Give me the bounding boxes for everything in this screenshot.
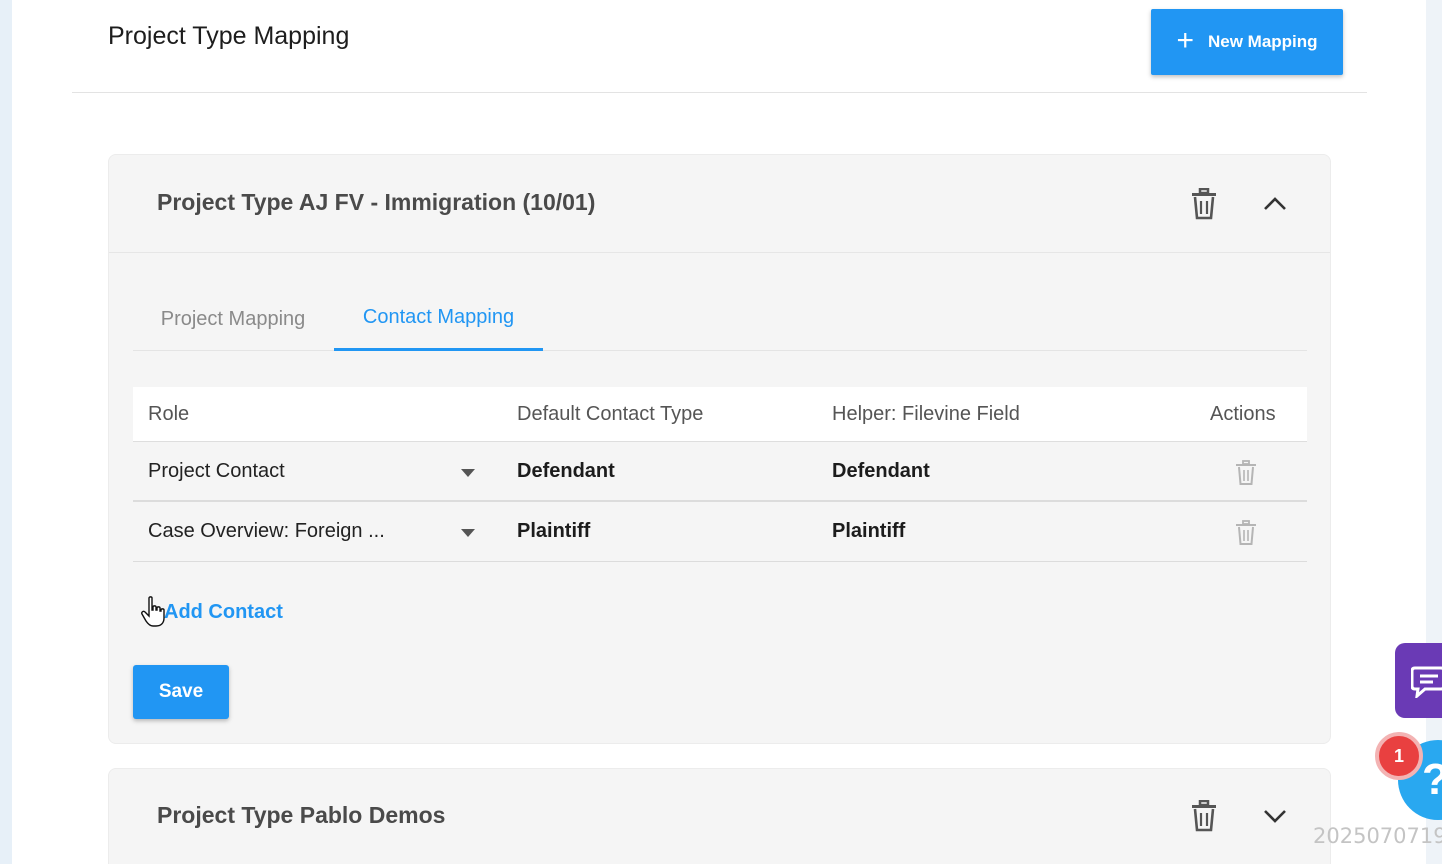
plus-icon: + xyxy=(1176,23,1194,57)
table-row: Project Contact Defendant Defendant xyxy=(133,442,1307,502)
helper-field: Defendant xyxy=(832,460,930,482)
page-canvas: Project Type Mapping + New Mapping Proje… xyxy=(12,0,1426,864)
default-contact-type: Plaintiff xyxy=(517,520,591,542)
column-header-default-contact-type: Default Contact Type xyxy=(517,403,704,425)
column-header-actions: Actions xyxy=(1210,403,1276,425)
trash-icon xyxy=(1192,800,1216,832)
tab-contact-mapping[interactable]: Contact Mapping xyxy=(334,287,543,351)
contact-mapping-table: Role Default Contact Type Helper: Filevi… xyxy=(133,387,1307,562)
delete-project-type-button[interactable] xyxy=(1187,797,1221,835)
caret-down-icon[interactable] xyxy=(461,469,475,477)
chevron-down-icon xyxy=(1264,810,1286,823)
panel-header[interactable]: Project Type AJ FV - Immigration (10/01) xyxy=(109,155,1330,253)
page-title: Project Type Mapping xyxy=(108,22,350,50)
collapse-panel-button[interactable] xyxy=(1257,187,1293,221)
panel-header[interactable]: Project Type Pablo Demos xyxy=(109,769,1330,864)
default-contact-type: Defendant xyxy=(517,460,615,482)
trash-icon[interactable] xyxy=(1235,520,1257,546)
mapping-tabs: Project Mapping Contact Mapping xyxy=(133,287,1307,351)
save-button[interactable]: Save xyxy=(133,665,229,719)
column-header-role: Role xyxy=(148,403,190,425)
question-mark-icon: ? xyxy=(1422,755,1442,805)
chat-bubble-icon xyxy=(1411,666,1442,698)
project-type-panel: Project Type AJ FV - Immigration (10/01)… xyxy=(108,154,1331,744)
trash-icon[interactable] xyxy=(1235,460,1257,486)
expand-panel-button[interactable] xyxy=(1257,799,1293,833)
chevron-up-icon xyxy=(1264,197,1286,210)
timestamp-watermark: 2025070719 xyxy=(1313,824,1442,848)
table-row: Case Overview: Foreign ... Plaintiff Pla… xyxy=(133,502,1307,562)
helper-field: Plaintiff xyxy=(832,520,906,542)
role-select[interactable]: Project Contact xyxy=(148,460,285,483)
caret-down-icon[interactable] xyxy=(461,529,475,537)
hand-cursor-icon xyxy=(141,596,165,627)
new-mapping-label: New Mapping xyxy=(1207,32,1318,51)
role-select[interactable]: Case Overview: Foreign ... xyxy=(148,520,385,543)
tab-project-mapping[interactable]: Project Mapping xyxy=(133,287,333,351)
delete-project-type-button[interactable] xyxy=(1187,185,1221,223)
add-contact-link[interactable]: Add Contact xyxy=(164,601,283,624)
new-mapping-button[interactable]: + New Mapping xyxy=(1151,9,1343,75)
page-header: Project Type Mapping + New Mapping xyxy=(72,0,1367,93)
trash-icon xyxy=(1192,188,1216,220)
project-type-panel: Project Type Pablo Demos xyxy=(108,768,1331,864)
panel-title: Project Type AJ FV - Immigration (10/01) xyxy=(157,189,596,215)
chat-widget-button[interactable] xyxy=(1395,643,1442,718)
scrollbar-track[interactable] xyxy=(1426,0,1442,864)
panel-title: Project Type Pablo Demos xyxy=(157,802,446,828)
column-header-helper-field: Helper: Filevine Field xyxy=(832,403,1020,425)
notification-badge: 1 xyxy=(1375,732,1423,780)
table-header: Role Default Contact Type Helper: Filevi… xyxy=(133,387,1307,442)
